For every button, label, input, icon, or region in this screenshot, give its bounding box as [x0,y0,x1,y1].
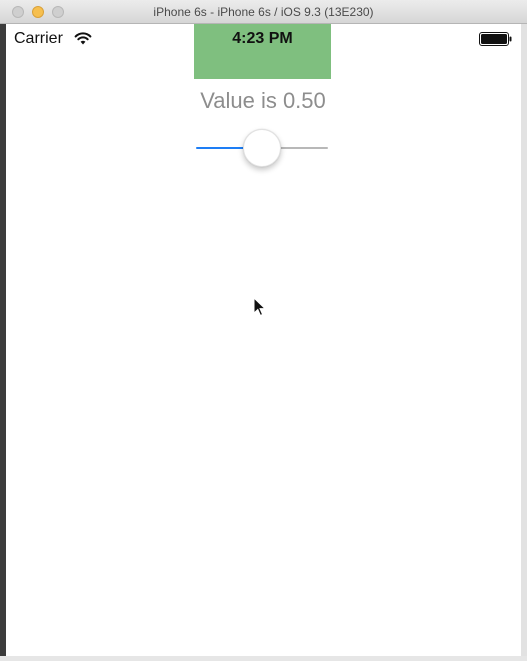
carrier-label: Carrier [14,30,63,47]
wifi-icon [74,32,92,45]
simulator-window: iPhone 6s - iPhone 6s / iOS 9.3 (13E230)… [0,0,527,661]
window-titlebar[interactable]: iPhone 6s - iPhone 6s / iOS 9.3 (13E230) [0,0,527,24]
arrow-cursor-icon [253,297,267,317]
window-bottom-edge [0,656,527,661]
status-bar: Carrier 4:23 PM [6,24,521,79]
window-title: iPhone 6s - iPhone 6s / iOS 9.3 (13E230) [153,5,374,19]
value-label: Value is 0.50 [200,88,326,113]
device-screen: Carrier 4:23 PM Value is 0.50 [6,24,521,656]
slider-thumb[interactable] [243,129,281,167]
value-slider[interactable] [196,128,328,168]
window-right-edge [521,24,527,656]
time-highlight: 4:23 PM [194,24,331,79]
status-time: 4:23 PM [232,30,293,47]
battery-icon [479,32,512,46]
